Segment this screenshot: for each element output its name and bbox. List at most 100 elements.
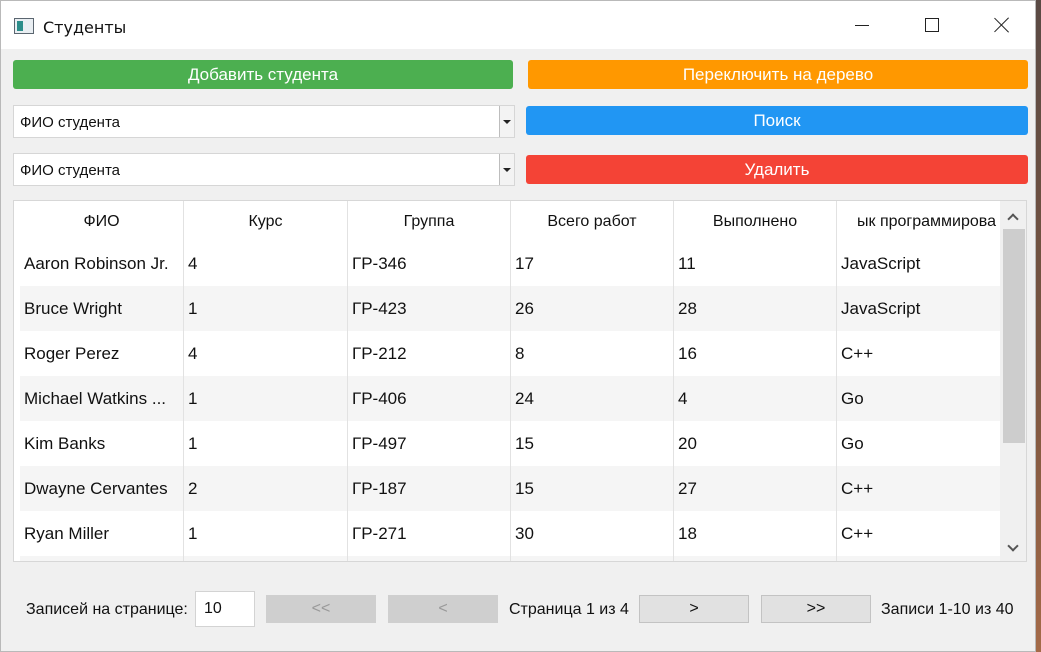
cell-total: 26 bbox=[511, 286, 674, 331]
table-body: Aaron Robinson Jr. 4 ГР-346 17 11 JavaSc… bbox=[20, 241, 1001, 561]
table-row[interactable] bbox=[20, 556, 1001, 561]
pagination-bar: Записей на странице: 10 << < Страница 1 … bbox=[1, 591, 1035, 627]
close-button[interactable] bbox=[967, 1, 1037, 49]
cell-name: Kim Banks bbox=[20, 421, 184, 466]
cell-group: ГР-271 bbox=[348, 511, 511, 556]
cell-total: 24 bbox=[511, 376, 674, 421]
cell-name: Ryan Miller bbox=[20, 511, 184, 556]
cell-group: ГР-346 bbox=[348, 241, 511, 286]
cell-language: Go bbox=[841, 388, 864, 408]
cell-group: ГР-187 bbox=[348, 466, 511, 511]
table-row[interactable]: Ryan Miller 1 ГР-271 30 18 C++ bbox=[20, 511, 1001, 556]
chevron-down-icon bbox=[1007, 540, 1019, 552]
cell-total: 17 bbox=[511, 241, 674, 286]
cell-course: 1 bbox=[184, 286, 348, 331]
delete-button[interactable]: Удалить bbox=[526, 155, 1028, 184]
cell-group: ГР-423 bbox=[348, 286, 511, 331]
title-bar: Студенты bbox=[1, 1, 1035, 49]
table-row[interactable]: Dwayne Cervantes 2 ГР-187 15 27 C++ bbox=[20, 466, 1001, 511]
cell-group: ГР-406 bbox=[348, 376, 511, 421]
page-indicator: Страница 1 из 4 bbox=[509, 601, 629, 618]
cell-course bbox=[184, 556, 348, 561]
table-row[interactable]: Kim Banks 1 ГР-497 15 20 Go bbox=[20, 421, 1001, 466]
maximize-button[interactable] bbox=[897, 1, 967, 49]
cell-language: Go bbox=[841, 433, 864, 453]
header-total-works[interactable]: Всего работ bbox=[511, 201, 674, 243]
cell-course: 1 bbox=[184, 421, 348, 466]
cell-total: 15 bbox=[511, 466, 674, 511]
students-table: ФИО Курс Группа Всего работ Выполнено ык… bbox=[13, 200, 1027, 562]
cell-course: 4 bbox=[184, 241, 348, 286]
cell-completed: 20 bbox=[674, 421, 837, 466]
switch-to-tree-label: Переключить на дерево bbox=[682, 65, 874, 84]
delete-field-value: ФИО студента bbox=[20, 162, 120, 179]
cell-name: Michael Watkins ... bbox=[20, 376, 184, 421]
records-range: Записи 1-10 из 40 bbox=[881, 601, 1014, 618]
add-student-button[interactable]: Добавить студента bbox=[13, 60, 513, 89]
cell-completed: 28 bbox=[674, 286, 837, 331]
cell-name: Bruce Wright bbox=[20, 286, 184, 331]
header-language[interactable]: ык программирова bbox=[837, 201, 1001, 243]
minimize-icon bbox=[855, 24, 869, 26]
scrollbar-thumb[interactable] bbox=[1003, 229, 1025, 443]
header-name[interactable]: ФИО bbox=[20, 201, 184, 243]
table-row[interactable]: Michael Watkins ... 1 ГР-406 24 4 Go bbox=[20, 376, 1001, 421]
search-button[interactable]: Поиск bbox=[526, 106, 1028, 135]
header-course[interactable]: Курс bbox=[184, 201, 348, 243]
table-row[interactable]: Roger Perez 4 ГР-212 8 16 C++ bbox=[20, 331, 1001, 376]
cell-name: Aaron Robinson Jr. bbox=[20, 241, 184, 286]
switch-to-tree-button[interactable]: Переключить на дерево bbox=[528, 60, 1028, 89]
records-per-page-label: Записей на странице: bbox=[26, 601, 188, 618]
cell-completed: 16 bbox=[674, 331, 837, 376]
cell-name: Dwayne Cervantes bbox=[20, 466, 184, 511]
cell-course: 4 bbox=[184, 331, 348, 376]
students-window: Студенты Добавить студента Переключить н… bbox=[0, 0, 1036, 652]
cell-course: 2 bbox=[184, 466, 348, 511]
delete-field-select[interactable]: ФИО студента bbox=[13, 153, 515, 186]
cell-language: C++ bbox=[841, 523, 874, 543]
delete-label: Удалить bbox=[744, 160, 810, 179]
maximize-icon bbox=[925, 18, 939, 32]
cell-language: JavaScript bbox=[841, 298, 921, 318]
scroll-up-button[interactable] bbox=[1000, 204, 1026, 230]
table-header: ФИО Курс Группа Всего работ Выполнено ык… bbox=[20, 201, 1001, 244]
cell-course: 1 bbox=[184, 376, 348, 421]
records-per-page-input[interactable]: 10 bbox=[195, 591, 255, 627]
next-page-button[interactable]: > bbox=[639, 595, 749, 623]
cell-language: C++ bbox=[841, 343, 874, 363]
vertical-scrollbar[interactable] bbox=[1000, 201, 1026, 561]
search-label: Поиск bbox=[753, 111, 801, 130]
search-field-select[interactable]: ФИО студента bbox=[13, 105, 515, 138]
cell-completed: 27 bbox=[674, 466, 837, 511]
cell-total: 30 bbox=[511, 511, 674, 556]
cell-total: 15 bbox=[511, 421, 674, 466]
minimize-button[interactable] bbox=[827, 1, 897, 49]
window-title: Студенты bbox=[43, 18, 127, 37]
header-group[interactable]: Группа bbox=[348, 201, 511, 243]
cell-completed: 4 bbox=[674, 376, 837, 421]
chevron-down-icon[interactable] bbox=[499, 106, 514, 137]
table-row[interactable]: Aaron Robinson Jr. 4 ГР-346 17 11 JavaSc… bbox=[20, 241, 1001, 286]
last-page-button[interactable]: >> bbox=[761, 595, 871, 623]
scroll-down-button[interactable] bbox=[1000, 535, 1026, 561]
add-student-label: Добавить студента bbox=[187, 65, 339, 84]
window-app-icon bbox=[14, 18, 34, 34]
cell-name: Roger Perez bbox=[20, 331, 184, 376]
cell-course: 1 bbox=[184, 511, 348, 556]
chevron-up-icon bbox=[1007, 213, 1019, 225]
chevron-down-icon[interactable] bbox=[499, 154, 514, 185]
table-row[interactable]: Bruce Wright 1 ГР-423 26 28 JavaScript bbox=[20, 286, 1001, 331]
cell-total bbox=[511, 556, 674, 561]
cell-completed: 18 bbox=[674, 511, 837, 556]
prev-page-button[interactable]: < bbox=[388, 595, 498, 623]
cell-completed: 11 bbox=[674, 241, 837, 286]
cell-group bbox=[348, 556, 511, 561]
cell-completed bbox=[674, 556, 837, 561]
close-icon bbox=[994, 17, 1010, 33]
cell-language bbox=[837, 556, 1001, 561]
cell-language: JavaScript bbox=[841, 253, 921, 273]
first-page-button[interactable]: << bbox=[266, 595, 376, 623]
header-completed[interactable]: Выполнено bbox=[674, 201, 837, 243]
cell-language: C++ bbox=[841, 478, 874, 498]
cell-total: 8 bbox=[511, 331, 674, 376]
